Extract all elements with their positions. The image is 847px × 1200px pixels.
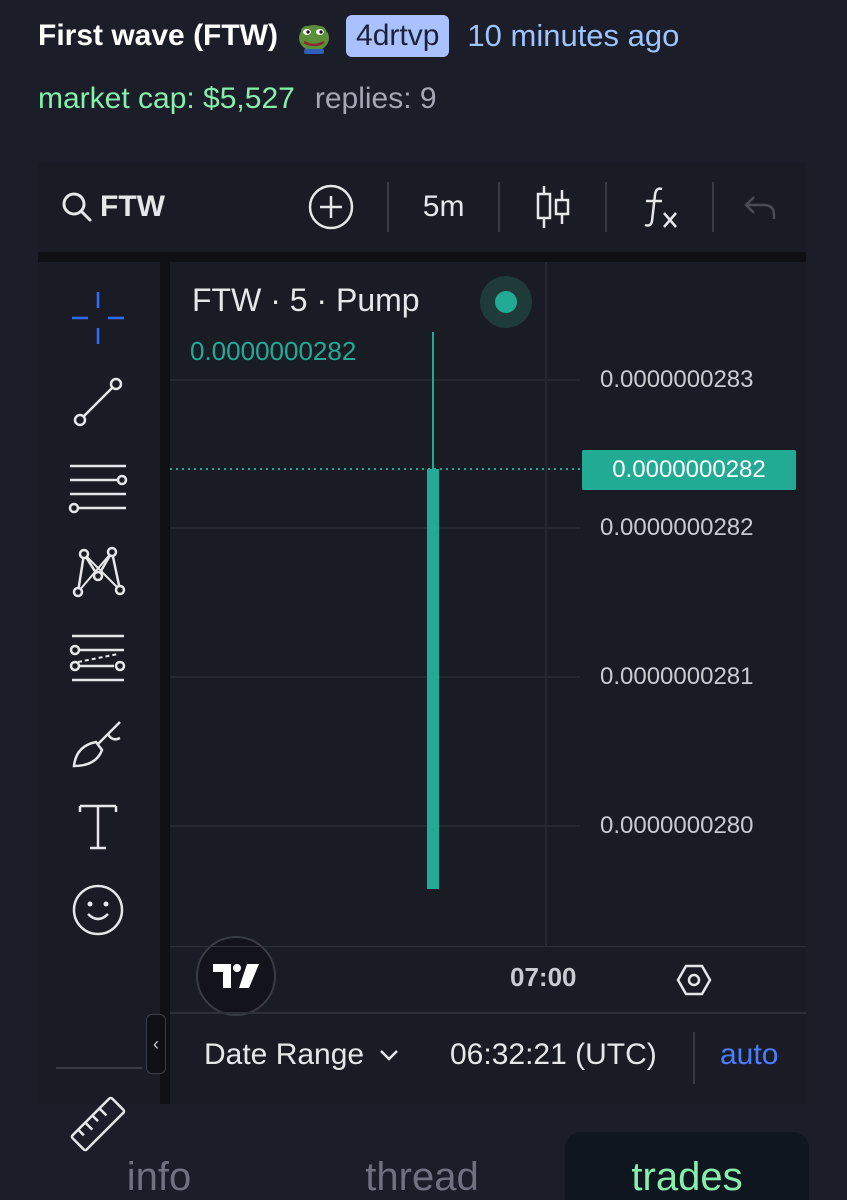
- brush-tool-button[interactable]: [68, 714, 128, 774]
- toolbar-divider: [56, 1067, 142, 1069]
- indicators-button[interactable]: [607, 183, 712, 231]
- candles-icon: [536, 186, 569, 228]
- x-axis-tick: 07:00: [510, 962, 577, 992]
- candle-body[interactable]: [427, 469, 439, 889]
- chevron-down-icon: [380, 1050, 398, 1061]
- crosshair-tool-button[interactable]: [68, 288, 128, 348]
- symbol-search-button[interactable]: FTW: [60, 190, 280, 224]
- chevron-left-icon: ‹: [153, 1033, 159, 1054]
- tab-thread[interactable]: thread: [322, 1132, 522, 1200]
- chart-legend: FTW · 5 · Pump: [192, 282, 420, 318]
- trend-line-tool-button[interactable]: [68, 372, 128, 432]
- chart-toolbar: FTW 5m: [38, 162, 806, 252]
- created-time: 10 minutes ago: [467, 18, 680, 53]
- market-cap: market cap: $5,527: [38, 82, 295, 115]
- replies-count: replies: 9: [314, 82, 437, 115]
- settings-hexagon-icon: [676, 964, 712, 996]
- y-axis-tick: 0.0000000282: [600, 514, 754, 541]
- creator-badge[interactable]: 4drtvp: [346, 15, 450, 57]
- y-axis-tick: 0.0000000280: [600, 812, 754, 839]
- pepe-emoji-icon: [299, 25, 330, 54]
- tab-info[interactable]: info: [74, 1132, 244, 1200]
- interval-button[interactable]: 5m: [389, 190, 498, 224]
- horizontal-lines-icon: [68, 464, 128, 514]
- plus-circle-icon: [308, 184, 353, 230]
- text-tool-button[interactable]: [68, 796, 128, 856]
- date-range-label: Date Range: [204, 1038, 365, 1071]
- y-axis-tick: 0.0000000281: [600, 663, 754, 690]
- pattern-tool-button[interactable]: [68, 542, 128, 602]
- utc-clock[interactable]: 06:32:21 (UTC): [450, 1038, 657, 1072]
- tab-label: thread: [365, 1155, 479, 1199]
- smiley-icon: [72, 884, 124, 936]
- price-chart-widget: FTW 5m ‹ FTW · 5 · Pump 0.0000000282 0.0…: [38, 162, 806, 1152]
- tab-label: trades: [631, 1155, 743, 1199]
- function-fx-icon: [644, 187, 677, 228]
- projection-tool-button[interactable]: [68, 628, 128, 688]
- compare-symbol-button[interactable]: [302, 183, 359, 231]
- auto-scale-toggle[interactable]: auto: [720, 1038, 778, 1072]
- tradingview-logo[interactable]: [196, 936, 276, 1016]
- undo-button[interactable]: [714, 193, 806, 221]
- bottom-tabs: info thread trades: [0, 1132, 847, 1200]
- pattern-icon: [72, 546, 126, 598]
- interval-label: 5m: [422, 190, 465, 223]
- tab-label: info: [126, 1155, 192, 1199]
- current-price-label: 0.0000000282: [582, 450, 796, 490]
- y-axis-tick: 0.0000000283: [600, 366, 754, 393]
- tradingview-logo-icon: [213, 964, 259, 988]
- text-t-icon: [78, 804, 118, 850]
- collapse-toolbar-button[interactable]: ‹: [146, 1014, 166, 1074]
- chart-symbol: FTW: [100, 190, 165, 223]
- bottom-bar-divider: [170, 1012, 806, 1014]
- search-icon: [62, 192, 92, 222]
- chart-pane[interactable]: FTW · 5 · Pump 0.0000000282 0.0000000283…: [170, 262, 806, 1104]
- undo-icon: [744, 196, 776, 219]
- token-header: First wave (FTW) 4drtvp 10 minutes ago: [38, 14, 679, 58]
- tab-trades[interactable]: trades: [565, 1132, 809, 1200]
- token-stats: market cap: $5,527 replies: 9: [38, 82, 437, 116]
- drawing-toolbar: ‹: [38, 262, 166, 1152]
- token-title: First wave (FTW): [38, 19, 279, 52]
- market-status-icon[interactable]: [480, 276, 532, 328]
- brush-icon: [72, 721, 121, 768]
- fib-tool-button[interactable]: [68, 458, 128, 518]
- prediction-lines-icon: [69, 634, 126, 682]
- crosshair-icon: [72, 292, 124, 344]
- emoji-tool-button[interactable]: [68, 880, 128, 940]
- legend-price: 0.0000000282: [190, 336, 357, 366]
- x-axis-divider: [170, 946, 806, 947]
- bottom-bar-divider: [693, 1032, 695, 1084]
- chart-type-button[interactable]: [500, 184, 605, 230]
- date-range-dropdown[interactable]: Date Range: [204, 1038, 400, 1072]
- chart-settings-button[interactable]: [676, 962, 712, 1003]
- trend-line-icon: [73, 377, 123, 427]
